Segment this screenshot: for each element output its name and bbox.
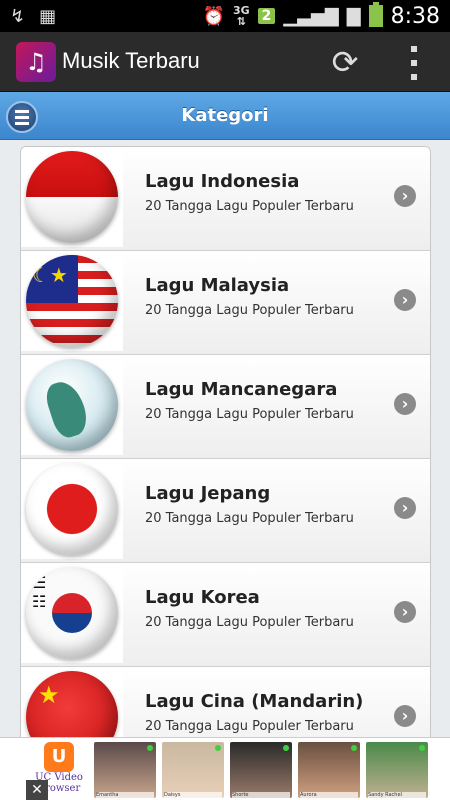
ad-thumbnail[interactable]: Emantha [94,742,156,798]
indonesia-flag-icon [26,151,118,243]
list-item-indonesia[interactable]: Lagu Indonesia 20 Tangga Lagu Populer Te… [21,147,430,251]
uc-browser-logo-icon: U [44,742,74,772]
status-bar: ↯ ▦ ⏰ 3G ⇅ 2 ▁▃▅▇ ▇ 8:38 [0,0,450,32]
list-item-subtitle: 20 Tangga Lagu Populer Terbaru [145,511,354,526]
list-item-subtitle: 20 Tangga Lagu Populer Terbaru [145,719,354,734]
flag-thumbnail [21,459,123,559]
chevron-right-icon[interactable]: › [394,601,416,623]
list-item-title: Lagu Korea [145,587,260,608]
flag-thumbnail [21,251,123,351]
japan-flag-icon [26,463,118,555]
refresh-button[interactable]: ⟳ [326,44,364,82]
signal-icon: ▁▃▅▇ [283,5,339,27]
category-header: Kategori [0,92,450,140]
list-item-title: Lagu Indonesia [145,171,300,192]
network-type: 3G ⇅ [232,4,250,28]
list-item-title: Lagu Malaysia [145,275,290,296]
overflow-menu-icon[interactable] [402,46,426,80]
ad-close-button[interactable]: ✕ [26,780,48,800]
flag-thumbnail [21,355,123,455]
battery-icon [368,2,383,27]
list-item-subtitle: 20 Tangga Lagu Populer Terbaru [145,615,354,630]
ad-banner[interactable]: U UC Video Browser ✕ Emantha Daisys Shor… [0,737,450,800]
malaysia-flag-icon [26,255,118,347]
ad-thumbnail[interactable]: Shorte [230,742,292,798]
signal-icon: ▇ [346,5,361,27]
ad-thumbnail-name: Emantha [96,792,154,798]
ad-thumbnail-name: Shorte [232,792,290,798]
category-list: Lagu Indonesia 20 Tangga Lagu Populer Te… [20,146,431,772]
list-item-mancanegara[interactable]: Lagu Mancanegara 20 Tangga Lagu Populer … [21,355,430,459]
action-bar: ♫ Musik Terbaru ⟳ [0,32,450,92]
list-item-title: Lagu Cina (Mandarin) [145,691,364,712]
page-title: Kategori [181,105,269,126]
music-note-icon[interactable]: ♫ [16,42,56,82]
korea-flag-icon [26,567,118,659]
ad-thumbnail[interactable]: Sandy Rachel [366,742,428,798]
list-item-subtitle: 20 Tangga Lagu Populer Terbaru [145,199,354,214]
clock: 8:38 [390,3,440,29]
list-item-subtitle: 20 Tangga Lagu Populer Terbaru [145,407,354,422]
globe-icon [26,359,118,451]
missed-call-icon: ↯ [10,6,26,27]
ad-thumbnail-name: Sandy Rachel [368,792,426,798]
list-item-jepang[interactable]: Lagu Jepang 20 Tangga Lagu Populer Terba… [21,459,430,563]
sim-badge: 2 [257,8,276,24]
list-item-title: Lagu Jepang [145,483,271,504]
chevron-right-icon[interactable]: › [394,497,416,519]
chevron-right-icon[interactable]: › [394,289,416,311]
chevron-right-icon[interactable]: › [394,185,416,207]
list-item-title: Lagu Mancanegara [145,379,338,400]
alarm-icon: ⏰ [202,5,225,27]
ad-thumbnails: Emantha Daisys Shorte Aurora Sandy Rache… [94,742,428,798]
chevron-right-icon[interactable]: › [394,705,416,727]
flag-thumbnail [21,147,123,247]
flag-thumbnail [21,563,123,663]
app-title: Musik Terbaru [62,48,200,73]
ad-thumbnail-name: Aurora [300,792,358,798]
chat-icon: ▦ [39,6,57,27]
chevron-right-icon[interactable]: › [394,393,416,415]
ad-thumbnail[interactable]: Daisys [162,742,224,798]
list-item-korea[interactable]: Lagu Korea 20 Tangga Lagu Populer Terbar… [21,563,430,667]
ad-thumbnail[interactable]: Aurora [298,742,360,798]
ad-thumbnail-name: Daisys [164,792,222,798]
list-item-subtitle: 20 Tangga Lagu Populer Terbaru [145,303,354,318]
list-item-malaysia[interactable]: Lagu Malaysia 20 Tangga Lagu Populer Ter… [21,251,430,355]
